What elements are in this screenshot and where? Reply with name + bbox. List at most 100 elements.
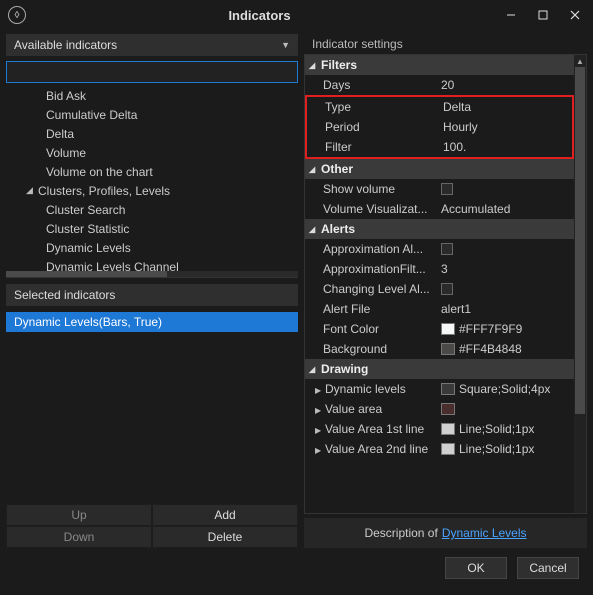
- add-button[interactable]: Add: [152, 504, 298, 526]
- search-input[interactable]: [6, 61, 298, 83]
- category-header[interactable]: ◢Drawing: [305, 359, 574, 379]
- property-value[interactable]: #FFF7F9F9: [435, 322, 574, 336]
- property-row[interactable]: ▶Value area: [305, 399, 574, 419]
- property-row[interactable]: Volume Visualizat...Accumulated: [305, 199, 574, 219]
- property-row[interactable]: Show volume: [305, 179, 574, 199]
- cancel-button[interactable]: Cancel: [517, 557, 579, 579]
- property-value-text: #FFF7F9F9: [459, 322, 522, 336]
- vertical-scrollbar[interactable]: ▲ ▼: [574, 55, 586, 513]
- tree-item[interactable]: Bid Ask: [6, 86, 298, 105]
- property-key: Font Color: [323, 322, 379, 336]
- indicator-settings-label: Indicator settings: [312, 37, 403, 51]
- horizontal-scrollbar[interactable]: [6, 271, 298, 277]
- expand-icon[interactable]: ▶: [315, 446, 325, 455]
- property-row[interactable]: Approximation Al...: [305, 239, 574, 259]
- category-header[interactable]: ◢Alerts: [305, 219, 574, 239]
- checkbox[interactable]: [441, 283, 453, 295]
- scroll-up-icon[interactable]: ▲: [574, 55, 586, 67]
- property-value-text: Line;Solid;1px: [459, 442, 534, 456]
- property-value-text: Square;Solid;4px: [459, 382, 550, 396]
- description-link[interactable]: Dynamic Levels: [442, 526, 527, 540]
- property-value[interactable]: 100.: [437, 140, 572, 154]
- property-row[interactable]: Alert Filealert1: [305, 299, 574, 319]
- color-swatch[interactable]: [441, 323, 455, 335]
- property-key: Approximation Al...: [323, 242, 423, 256]
- expand-icon[interactable]: ▶: [315, 426, 325, 435]
- selected-indicators-header: Selected indicators: [6, 284, 298, 306]
- property-value[interactable]: 3: [435, 262, 574, 276]
- tree-item[interactable]: Cluster Statistic: [6, 219, 298, 238]
- tree-item-label: Cluster Search: [46, 203, 125, 217]
- property-value[interactable]: Line;Solid;1px: [435, 422, 574, 436]
- property-row[interactable]: Background#FF4B4848: [305, 339, 574, 359]
- checkbox[interactable]: [441, 183, 453, 195]
- left-panel: Available indicators ▼ Bid Ask Cumulative…: [6, 34, 298, 548]
- property-key: Period: [325, 120, 360, 134]
- color-swatch[interactable]: [441, 443, 455, 455]
- expand-icon[interactable]: ▶: [315, 406, 325, 415]
- color-swatch[interactable]: [441, 383, 455, 395]
- property-value[interactable]: Square;Solid;4px: [435, 382, 574, 396]
- property-value[interactable]: Delta: [437, 100, 572, 114]
- collapse-icon: ◢: [309, 165, 321, 174]
- property-value[interactable]: [435, 243, 574, 255]
- property-value-text: Delta: [443, 100, 471, 114]
- category-title: Filters: [321, 58, 357, 72]
- selected-indicators-list[interactable]: Dynamic Levels(Bars, True): [6, 312, 298, 500]
- property-row[interactable]: Filter 100.: [307, 137, 572, 157]
- down-button[interactable]: Down: [6, 526, 152, 548]
- available-indicators-header[interactable]: Available indicators ▼: [6, 34, 298, 56]
- scrollbar-thumb[interactable]: [575, 67, 585, 414]
- property-row[interactable]: Period Hourly: [307, 117, 572, 137]
- selected-indicator-item[interactable]: Dynamic Levels(Bars, True): [6, 312, 298, 332]
- property-value[interactable]: [435, 283, 574, 295]
- property-value[interactable]: alert1: [435, 302, 574, 316]
- close-button[interactable]: [561, 5, 589, 25]
- property-row[interactable]: ▶Value Area 2nd lineLine;Solid;1px: [305, 439, 574, 459]
- tree-item-label: Cumulative Delta: [46, 108, 137, 122]
- property-value[interactable]: Hourly: [437, 120, 572, 134]
- property-row[interactable]: ▶Value Area 1st lineLine;Solid;1px: [305, 419, 574, 439]
- property-value[interactable]: Line;Solid;1px: [435, 442, 574, 456]
- up-button[interactable]: Up: [6, 504, 152, 526]
- scrollbar-thumb[interactable]: [6, 271, 167, 277]
- tree-item[interactable]: ◢Clusters, Profiles, Levels: [6, 181, 298, 200]
- delete-button[interactable]: Delete: [152, 526, 298, 548]
- property-row[interactable]: Days20: [305, 75, 574, 95]
- property-key: Filter: [325, 140, 352, 154]
- property-row[interactable]: ▶Dynamic levelsSquare;Solid;4px: [305, 379, 574, 399]
- property-row[interactable]: Font Color #FFF7F9F9: [305, 319, 574, 339]
- property-row[interactable]: TypeDelta: [307, 97, 572, 117]
- property-value[interactable]: [435, 403, 574, 415]
- expander-icon[interactable]: ◢: [26, 185, 36, 196]
- tree-item[interactable]: Delta: [6, 124, 298, 143]
- tree-item[interactable]: Dynamic Levels: [6, 238, 298, 257]
- tree-item[interactable]: Cluster Search: [6, 200, 298, 219]
- tree-item[interactable]: Cumulative Delta: [6, 105, 298, 124]
- category-header[interactable]: ◢Other: [305, 159, 574, 179]
- color-swatch[interactable]: [441, 403, 455, 415]
- property-row[interactable]: ApproximationFilt...3: [305, 259, 574, 279]
- property-value-text: 20: [441, 78, 454, 92]
- property-value-text: alert1: [441, 302, 471, 316]
- maximize-button[interactable]: [529, 5, 557, 25]
- tree-item[interactable]: Volume: [6, 143, 298, 162]
- indicator-tree[interactable]: Bid Ask Cumulative Delta Delta VolumeVolume…: [6, 86, 298, 278]
- checkbox[interactable]: [441, 243, 453, 255]
- expand-icon[interactable]: ▶: [315, 386, 325, 395]
- minimize-button[interactable]: [497, 5, 525, 25]
- tree-item[interactable]: Volume on the chart: [6, 162, 298, 181]
- color-swatch[interactable]: [441, 343, 455, 355]
- property-row[interactable]: Changing Level Al...: [305, 279, 574, 299]
- property-value[interactable]: Accumulated: [435, 202, 574, 216]
- category-header[interactable]: ◢Filters: [305, 55, 574, 75]
- color-swatch[interactable]: [441, 423, 455, 435]
- available-indicators-label: Available indicators: [14, 38, 117, 52]
- property-value-text: 3: [441, 262, 448, 276]
- property-value[interactable]: 20: [435, 78, 574, 92]
- property-value[interactable]: #FF4B4848: [435, 342, 574, 356]
- property-value[interactable]: [435, 183, 574, 195]
- list-buttons: Up Add Down Delete: [6, 504, 298, 548]
- ok-button[interactable]: OK: [445, 557, 507, 579]
- tree-item-label: Delta: [46, 127, 74, 141]
